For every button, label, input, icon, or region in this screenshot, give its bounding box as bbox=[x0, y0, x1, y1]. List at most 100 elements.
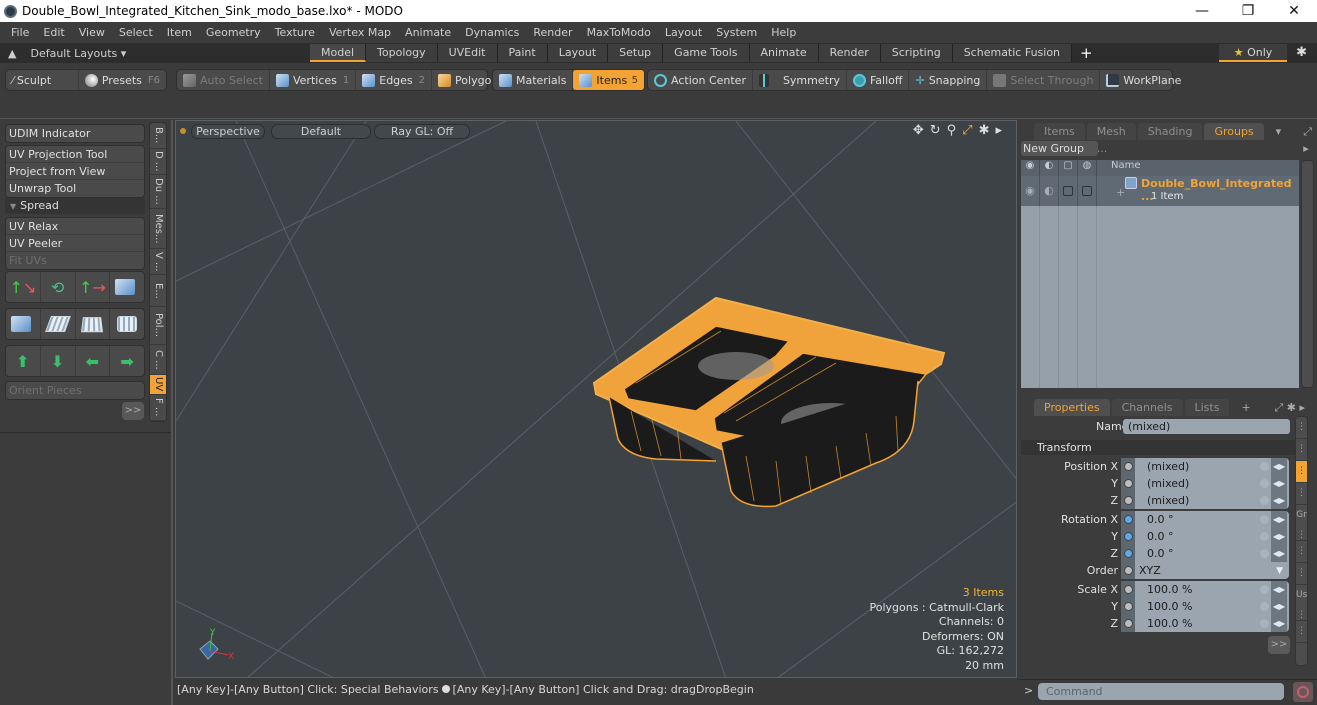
side-tab[interactable]: ⋮ bbox=[1296, 483, 1307, 505]
uv-scale-icon[interactable]: ↑ → bbox=[76, 272, 111, 302]
add-layout-tab-button[interactable]: + bbox=[1080, 44, 1093, 62]
tab-game-tools[interactable]: Game Tools bbox=[663, 44, 750, 62]
position-z-field[interactable]: (mixed) ◀▶ bbox=[1121, 492, 1289, 509]
menu-view[interactable]: View bbox=[72, 26, 112, 39]
tab-animate[interactable]: Animate bbox=[749, 44, 819, 62]
transform-section-header[interactable]: Transform bbox=[1021, 440, 1296, 455]
vtab-v[interactable]: V ... bbox=[150, 249, 166, 275]
keyframe-toggle[interactable] bbox=[1121, 562, 1135, 579]
tab-model[interactable]: Model bbox=[310, 44, 367, 62]
scale-z-field[interactable]: 100.0 % ◀▶ bbox=[1121, 615, 1289, 632]
keyframe-toggle[interactable] bbox=[1121, 511, 1135, 528]
keyframe-toggle[interactable] bbox=[1121, 581, 1135, 598]
workplane-button[interactable]: WorkPlane bbox=[1100, 70, 1187, 90]
keyframe-toggle[interactable] bbox=[1121, 615, 1135, 632]
tab-properties[interactable]: Properties bbox=[1034, 399, 1110, 416]
keyframe-toggle[interactable] bbox=[1121, 475, 1135, 492]
menu-select[interactable]: Select bbox=[112, 26, 160, 39]
fit-view-icon[interactable]: ⤢ bbox=[962, 123, 972, 138]
align-left-icon[interactable]: ⬅ bbox=[76, 346, 111, 376]
menu-maxtomodo[interactable]: MaxToModo bbox=[580, 26, 658, 39]
tab-items[interactable]: Items bbox=[1034, 123, 1085, 140]
position-y-field[interactable]: (mixed) ◀▶ bbox=[1121, 475, 1289, 492]
vtab-e[interactable]: E... bbox=[150, 275, 166, 307]
auto-select-button[interactable]: Auto Select bbox=[177, 70, 270, 90]
menu-animate[interactable]: Animate bbox=[398, 26, 458, 39]
uv-peeler-button[interactable]: UV Peeler bbox=[6, 235, 144, 252]
menu-layout[interactable]: Layout bbox=[658, 26, 709, 39]
keyframe-toggle[interactable] bbox=[1121, 528, 1135, 545]
menu-help[interactable]: Help bbox=[764, 26, 803, 39]
vtab-f[interactable]: F ... bbox=[150, 395, 166, 421]
uv-trapezoid-icon[interactable] bbox=[76, 309, 111, 339]
snapping-button[interactable]: ✛ Snapping bbox=[909, 70, 988, 90]
side-tab-active[interactable]: ⋮ bbox=[1296, 461, 1307, 483]
position-x-field[interactable]: (mixed) ◀▶ bbox=[1121, 458, 1289, 475]
align-right-icon[interactable]: ➡ bbox=[110, 346, 144, 376]
record-macro-button[interactable] bbox=[1293, 682, 1313, 702]
orient-pieces-button[interactable]: Orient Pieces bbox=[6, 382, 144, 399]
unwrap-tool-button[interactable]: Unwrap Tool bbox=[6, 180, 144, 197]
drag-handle-icon[interactable]: ◀▶ bbox=[1271, 615, 1287, 632]
select-through-button[interactable]: Select Through bbox=[987, 70, 1101, 90]
side-tab[interactable]: ⋮ bbox=[1296, 417, 1307, 439]
3d-viewport[interactable]: Perspective Default Ray GL: Off ✥ ↻ ⚲ ⤢ … bbox=[175, 120, 1017, 678]
left-panel-more-button[interactable]: >> bbox=[122, 402, 144, 420]
tab-mesh[interactable]: Mesh ... bbox=[1086, 123, 1136, 155]
rotation-x-field[interactable]: 0.0 ° ◀▶ bbox=[1121, 511, 1289, 528]
menu-geometry[interactable]: Geometry bbox=[199, 26, 268, 39]
add-tab-button[interactable]: + bbox=[1231, 399, 1260, 416]
items-button[interactable]: Items 5 bbox=[573, 70, 644, 90]
align-down-icon[interactable]: ⬇ bbox=[41, 346, 76, 376]
select-column-icon[interactable]: ◍ bbox=[1078, 160, 1097, 176]
uv-rotate-icon[interactable]: ⟲ bbox=[41, 272, 76, 302]
zoom-icon[interactable]: ⚲ bbox=[947, 123, 957, 138]
tab-setup[interactable]: Setup bbox=[608, 44, 664, 62]
drag-handle-icon[interactable]: ◀▶ bbox=[1271, 511, 1287, 528]
minimize-button[interactable]: — bbox=[1179, 3, 1225, 19]
groups-scrollbar[interactable] bbox=[1301, 160, 1314, 388]
row-render-icon[interactable]: ◐ bbox=[1040, 176, 1059, 206]
menu-vertex-map[interactable]: Vertex Map bbox=[322, 26, 398, 39]
uv-planar-icon[interactable] bbox=[41, 309, 76, 339]
name-column-header[interactable]: Name bbox=[1097, 160, 1141, 176]
properties-more-button[interactable]: >> bbox=[1268, 636, 1290, 654]
vtab-du[interactable]: Du ... bbox=[150, 175, 166, 209]
scale-y-field[interactable]: 100.0 % ◀▶ bbox=[1121, 598, 1289, 615]
tab-groups[interactable]: Groups bbox=[1204, 123, 1264, 140]
expand-plus-icon[interactable]: + bbox=[1116, 186, 1125, 199]
row-visibility-icon[interactable]: ◉ bbox=[1021, 176, 1040, 206]
spread-section-header[interactable]: ▼ Spread bbox=[5, 198, 145, 214]
sculpt-button[interactable]: ⁄ Sculpt bbox=[6, 70, 79, 90]
tab-layout[interactable]: Layout bbox=[547, 44, 609, 62]
keyframe-toggle[interactable] bbox=[1121, 598, 1135, 615]
pan-icon[interactable]: ✥ bbox=[913, 123, 924, 138]
falloff-button[interactable]: Falloff bbox=[847, 70, 910, 90]
fit-uvs-button[interactable]: Fit UVs bbox=[6, 252, 144, 269]
menu-render[interactable]: Render bbox=[526, 26, 579, 39]
row-lock-toggle[interactable] bbox=[1059, 176, 1078, 206]
maximize-button[interactable]: ❐ bbox=[1225, 3, 1271, 19]
vtab-c[interactable]: C ... bbox=[150, 345, 166, 375]
drag-handle-icon[interactable]: ◀▶ bbox=[1271, 545, 1287, 562]
default-layouts-dropdown[interactable]: ▲ Default Layouts ▾ bbox=[0, 47, 310, 60]
action-center-button[interactable]: Action Center bbox=[648, 70, 753, 90]
tab-channels[interactable]: Channels bbox=[1111, 399, 1183, 416]
materials-button[interactable]: Materials bbox=[493, 70, 574, 90]
drag-handle-icon[interactable]: ◀▶ bbox=[1271, 458, 1287, 475]
uv-relax-button[interactable]: UV Relax bbox=[6, 218, 144, 235]
new-group-button[interactable]: New Group bbox=[1021, 141, 1098, 156]
uv-sphere-grid-icon[interactable] bbox=[110, 309, 144, 339]
drag-handle-icon[interactable]: ◀▶ bbox=[1271, 492, 1287, 509]
keyframe-toggle[interactable] bbox=[1121, 458, 1135, 475]
align-up-icon[interactable]: ⬆ bbox=[6, 346, 41, 376]
vtab-pol[interactable]: Pol... bbox=[150, 307, 166, 345]
presets-button[interactable]: Presets F6 bbox=[79, 70, 166, 90]
tab-render[interactable]: Render bbox=[818, 44, 881, 62]
tab-uvedit[interactable]: UVEdit bbox=[437, 44, 498, 62]
side-tab[interactable]: ⋮ bbox=[1296, 541, 1307, 563]
vtab-b[interactable]: B... bbox=[150, 123, 166, 149]
edges-button[interactable]: Edges 2 bbox=[356, 70, 433, 90]
uv-projection-tool-button[interactable]: UV Projection Tool bbox=[6, 146, 144, 163]
menu-item[interactable]: Item bbox=[160, 26, 199, 39]
